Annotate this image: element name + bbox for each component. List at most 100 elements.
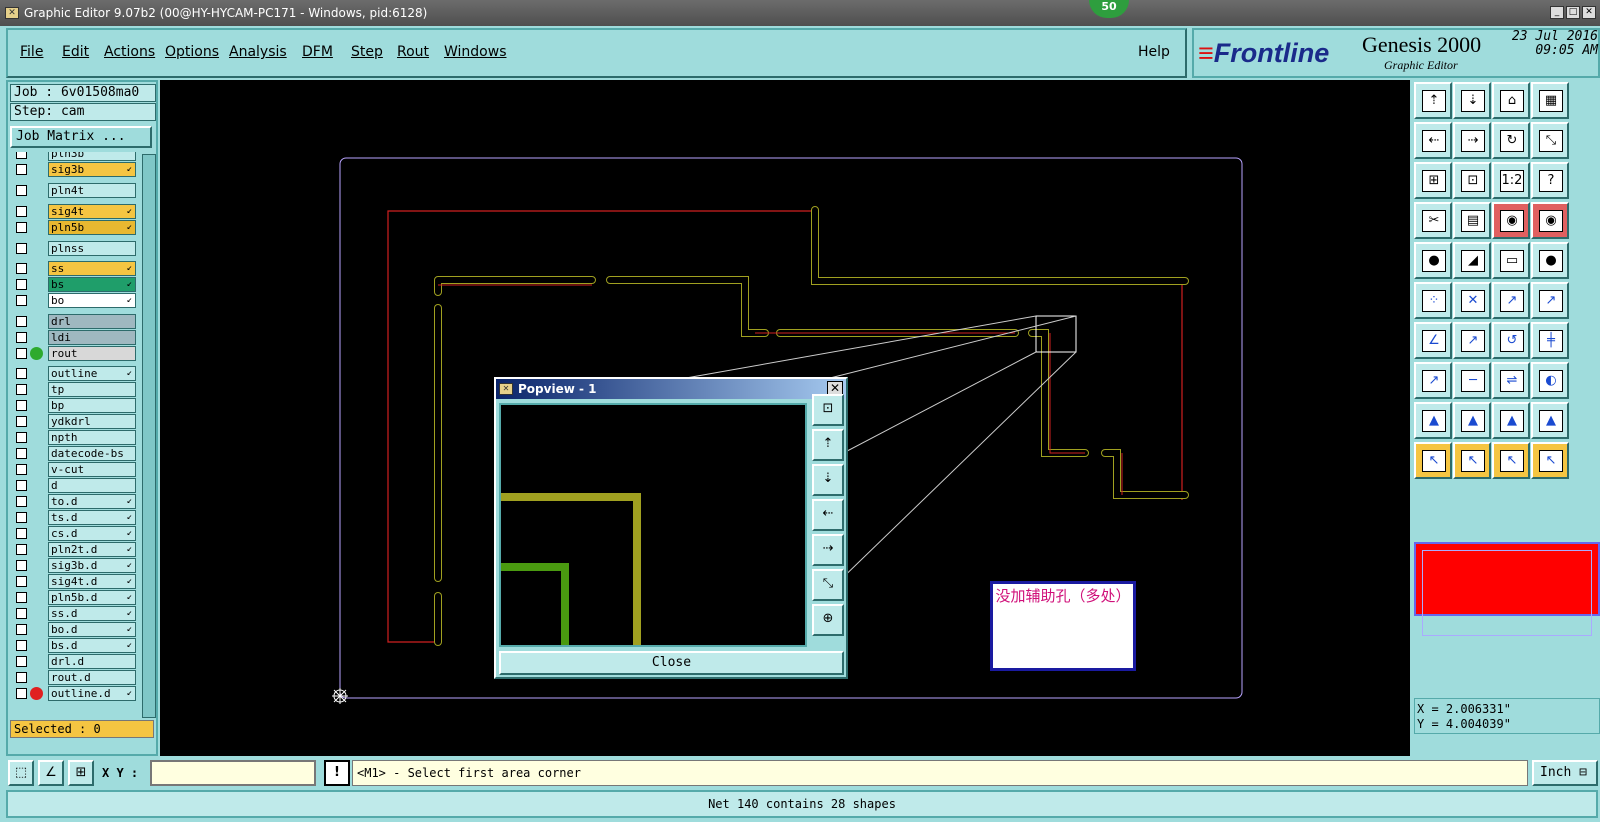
layer-checkbox[interactable] xyxy=(16,185,27,196)
popview-pan-right-button[interactable]: ⇢ xyxy=(812,534,844,566)
tool-button[interactable]: ▦ xyxy=(1531,82,1569,119)
layer-name[interactable]: sig4t.d ↙ xyxy=(48,574,136,589)
layer-row[interactable]: bo ↙ xyxy=(12,293,136,308)
layer-checkbox[interactable] xyxy=(16,432,27,443)
layer-name[interactable]: v-cut xyxy=(48,462,136,477)
layer-name[interactable]: pln2t.d ↙ xyxy=(48,542,136,557)
popview-close-button[interactable]: Close xyxy=(499,651,844,675)
layer-checkbox[interactable] xyxy=(16,464,27,475)
layer-row[interactable]: sig4t.d ↙ xyxy=(12,574,136,589)
layer-row[interactable]: pln3b xyxy=(12,152,136,161)
layer-row[interactable]: outline.d ↙ xyxy=(12,686,136,701)
layer-checkbox[interactable] xyxy=(16,448,27,459)
layer-row[interactable]: pln4t xyxy=(12,183,136,198)
layer-name[interactable]: pln3b xyxy=(48,152,136,161)
layer-name[interactable]: outline ↙ xyxy=(48,366,136,381)
layer-name[interactable]: pln5b ↙ xyxy=(48,220,136,235)
layer-row[interactable]: pln2t.d ↙ xyxy=(12,542,136,557)
layer-name[interactable]: ydkdrl xyxy=(48,414,136,429)
tool-button[interactable]: ↗ xyxy=(1453,322,1491,359)
layer-scrollbar[interactable] xyxy=(142,154,156,718)
layer-checkbox[interactable] xyxy=(16,688,27,699)
layer-checkbox[interactable] xyxy=(16,640,27,651)
tool-button[interactable]: ◐ xyxy=(1531,362,1569,399)
layer-name[interactable]: drl xyxy=(48,314,136,329)
layer-name[interactable]: sig4t ↙ xyxy=(48,204,136,219)
menu-file[interactable]: File xyxy=(20,44,43,60)
layer-row[interactable]: rout xyxy=(12,346,136,361)
layer-checkbox[interactable] xyxy=(16,672,27,683)
layer-row[interactable]: plnss xyxy=(12,241,136,256)
layer-row[interactable]: ldi xyxy=(12,330,136,345)
layer-row[interactable]: rout.d xyxy=(12,670,136,685)
menu-actions[interactable]: Actions xyxy=(104,44,155,60)
layer-checkbox[interactable] xyxy=(16,624,27,635)
popview-zoom-out-button[interactable]: ⊕ xyxy=(812,604,844,636)
layer-row[interactable]: cs.d ↙ xyxy=(12,526,136,541)
popview-pan-up-button[interactable]: ⇡ xyxy=(812,429,844,461)
tool-button[interactable]: ↖ xyxy=(1531,442,1569,479)
menu-help[interactable]: Help xyxy=(1138,44,1170,60)
maximize-button[interactable]: □ xyxy=(1566,6,1580,19)
layer-row[interactable]: npth xyxy=(12,430,136,445)
tool-button[interactable]: ✕ xyxy=(1453,282,1491,319)
layer-row[interactable]: to.d ↙ xyxy=(12,494,136,509)
layer-name[interactable]: ldi xyxy=(48,330,136,345)
tool-button[interactable]: ⇣ xyxy=(1453,82,1491,119)
tool-button[interactable]: ∠ xyxy=(1414,322,1452,359)
tool-button[interactable]: ⇠ xyxy=(1414,122,1452,159)
layer-row[interactable]: bo.d ↙ xyxy=(12,622,136,637)
menu-edit[interactable]: Edit xyxy=(62,44,89,60)
tool-button[interactable]: ▲ xyxy=(1531,402,1569,439)
layer-name[interactable]: bs ↙ xyxy=(48,277,136,292)
tool-button[interactable]: ↺ xyxy=(1492,322,1530,359)
tool-button[interactable]: ▤ xyxy=(1453,202,1491,239)
menu-step[interactable]: Step xyxy=(351,44,383,60)
layer-row[interactable]: tp xyxy=(12,382,136,397)
tool-button[interactable]: ↗ xyxy=(1414,362,1452,399)
tool-button[interactable]: ⇌ xyxy=(1492,362,1530,399)
layer-checkbox[interactable] xyxy=(16,400,27,411)
xy-input[interactable] xyxy=(150,760,316,786)
layer-row[interactable]: ts.d ↙ xyxy=(12,510,136,525)
layer-name[interactable]: ss ↙ xyxy=(48,261,136,276)
layer-checkbox[interactable] xyxy=(16,560,27,571)
tool-button[interactable]: ● xyxy=(1531,242,1569,279)
layer-checkbox[interactable] xyxy=(16,512,27,523)
layer-row[interactable]: ydkdrl xyxy=(12,414,136,429)
layer-row[interactable]: ss ↙ xyxy=(12,261,136,276)
layer-checkbox[interactable] xyxy=(16,348,27,359)
layer-row[interactable]: pln5b.d ↙ xyxy=(12,590,136,605)
snap-icon[interactable]: ⬚ xyxy=(8,760,34,786)
layer-checkbox[interactable] xyxy=(16,608,27,619)
tool-button[interactable]: ⊡ xyxy=(1453,162,1491,199)
layer-checkbox[interactable] xyxy=(16,592,27,603)
tool-button[interactable]: ─ xyxy=(1453,362,1491,399)
layer-name[interactable]: tp xyxy=(48,382,136,397)
layer-name[interactable]: ts.d ↙ xyxy=(48,510,136,525)
layer-row[interactable]: drl xyxy=(12,314,136,329)
tool-button[interactable]: ◉ xyxy=(1531,202,1569,239)
tool-button[interactable]: ▲ xyxy=(1492,402,1530,439)
tool-button[interactable]: ✂ xyxy=(1414,202,1452,239)
layer-checkbox[interactable] xyxy=(16,279,27,290)
layer-name[interactable]: bo.d ↙ xyxy=(48,622,136,637)
layer-row[interactable]: sig3b.d ↙ xyxy=(12,558,136,573)
tool-button[interactable]: ⇢ xyxy=(1453,122,1491,159)
menu-analysis[interactable]: Analysis xyxy=(229,44,287,60)
tool-button[interactable]: ↻ xyxy=(1492,122,1530,159)
close-window-button[interactable]: ✕ xyxy=(1582,6,1596,19)
layer-name[interactable]: bp xyxy=(48,398,136,413)
tool-button[interactable]: ● xyxy=(1414,242,1452,279)
tool-button[interactable]: 1:2 xyxy=(1492,162,1530,199)
angle-icon[interactable]: ∠ xyxy=(38,760,64,786)
layer-name[interactable]: d xyxy=(48,478,136,493)
popview-canvas[interactable] xyxy=(499,403,807,647)
popview-titlebar[interactable]: ✕ Popview - 1 ✕ xyxy=(496,379,846,399)
layer-checkbox[interactable] xyxy=(16,243,27,254)
tool-button[interactable]: ▲ xyxy=(1414,402,1452,439)
popview-pan-down-button[interactable]: ⇣ xyxy=(812,464,844,496)
layer-row[interactable]: sig4t ↙ xyxy=(12,204,136,219)
layer-checkbox[interactable] xyxy=(16,384,27,395)
tool-button[interactable]: ▲ xyxy=(1453,402,1491,439)
